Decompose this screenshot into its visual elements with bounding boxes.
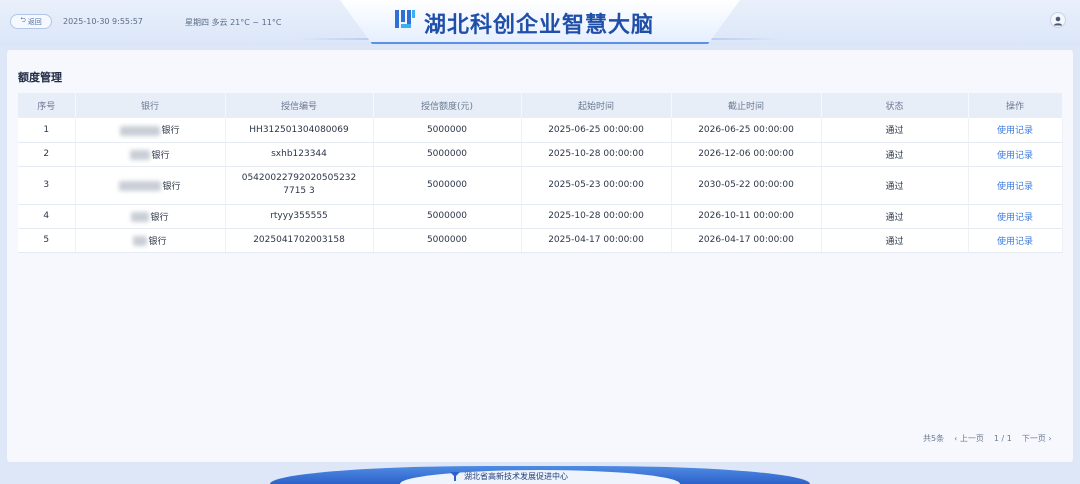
column-header-start-time: 起始时间	[521, 93, 672, 118]
usage-record-link[interactable]: 使用记录	[968, 228, 1063, 253]
redacted-bank-name	[119, 181, 162, 191]
credit-limit-table: 序号 银行 授信编号 授信额度(元) 起始时间 截止时间 状态 操作 1 银行 …	[18, 93, 1063, 253]
brand-logo-icon	[395, 10, 415, 28]
back-button[interactable]: ⮌ 返回	[10, 14, 52, 29]
content-card: 额度管理 序号 银行 授信编号 授信额度(元) 起始时间 截止时间 状态 操作 …	[7, 50, 1073, 462]
row-index: 1	[18, 118, 76, 143]
pagination: 共5条 ‹ 上一页 1 / 1 下一页 ›	[923, 433, 1052, 444]
status-cell: 通过	[821, 204, 969, 229]
bank-suffix: 银行	[161, 126, 180, 137]
table-row: 2 银行 sxhb123344 5000000 2025-10-28 00:00…	[18, 142, 1063, 167]
table-row: 4 银行 rtyyy355555 5000000 2025-10-28 00:0…	[18, 204, 1063, 229]
credit-no-cell: HH312501304080069	[225, 118, 374, 143]
current-datetime: 2025-10-30 9:55:57	[63, 17, 143, 26]
amount-cell: 5000000	[373, 228, 522, 253]
bank-name-cell: 银行	[75, 166, 226, 205]
user-silhouette-icon	[1053, 16, 1063, 26]
bank-suffix: 银行	[151, 150, 170, 161]
usage-record-link[interactable]: 使用记录	[968, 166, 1063, 205]
redacted-bank-name	[130, 150, 151, 160]
row-index: 3	[18, 166, 76, 205]
footer-org-name: 湖北省高新技术发展促进中心	[464, 472, 568, 481]
start-time-cell: 2025-06-25 00:00:00	[521, 118, 672, 143]
bank-suffix: 银行	[148, 236, 167, 247]
column-header-amount: 授信额度(元)	[373, 93, 522, 118]
redacted-bank-name	[120, 125, 161, 136]
bank-name-cell: 银行	[75, 204, 226, 229]
table-header-row: 序号 银行 授信编号 授信额度(元) 起始时间 截止时间 状态 操作	[18, 93, 1063, 118]
redacted-bank-name	[133, 236, 148, 246]
end-time-cell: 2026-04-17 00:00:00	[671, 228, 822, 253]
column-header-status: 状态	[821, 93, 969, 118]
bank-name-cell: 银行	[75, 142, 226, 167]
top-header: ⮌ 返回 2025-10-30 9:55:57 星期四 多云 21°C ~ 11…	[0, 0, 1080, 46]
status-cell: 通过	[821, 142, 969, 167]
bank-name-cell: 银行	[75, 118, 226, 143]
credit-no-cell: sxhb123344	[225, 142, 374, 167]
column-header-index: 序号	[18, 93, 76, 118]
column-header-end-time: 截止时间	[671, 93, 822, 118]
status-cell: 通过	[821, 228, 969, 253]
org-logo-icon	[450, 472, 460, 481]
column-header-action: 操作	[968, 93, 1063, 118]
weather-info: 星期四 多云 21°C ~ 11°C	[185, 18, 282, 27]
table-row: 1 银行 HH312501304080069 5000000 2025-06-2…	[18, 118, 1063, 143]
usage-record-link[interactable]: 使用记录	[968, 142, 1063, 167]
start-time-cell: 2025-10-28 00:00:00	[521, 142, 672, 167]
back-button-label: 返回	[27, 17, 42, 26]
credit-no-cell: 054200227920205052327715 3	[225, 166, 374, 205]
start-time-cell: 2025-10-28 00:00:00	[521, 204, 672, 229]
end-time-cell: 2026-12-06 00:00:00	[671, 142, 822, 167]
row-index: 2	[18, 142, 76, 167]
credit-no-cell: 2025041702003158	[225, 228, 374, 253]
page-indicator: 1 / 1	[993, 434, 1012, 443]
app-title: 湖北科创企业智慧大脑	[424, 13, 655, 38]
amount-cell: 5000000	[373, 204, 522, 229]
page-title: 额度管理	[18, 71, 62, 84]
end-time-cell: 2030-05-22 00:00:00	[671, 166, 822, 205]
start-time-cell: 2025-04-17 00:00:00	[521, 228, 672, 253]
prev-page-button[interactable]: ‹ 上一页	[954, 433, 984, 444]
table-row: 5 银行 2025041702003158 5000000 2025-04-17…	[18, 228, 1063, 253]
column-header-credit-no: 授信编号	[225, 93, 374, 118]
status-cell: 通过	[821, 118, 969, 143]
back-arrow-icon: ⮌	[20, 16, 26, 24]
row-index: 4	[18, 204, 76, 229]
amount-cell: 5000000	[373, 118, 522, 143]
usage-record-link[interactable]: 使用记录	[968, 204, 1063, 229]
user-avatar-icon[interactable]	[1050, 12, 1066, 28]
amount-cell: 5000000	[373, 166, 522, 205]
status-cell: 通过	[821, 166, 969, 205]
credit-no-cell: rtyyy355555	[225, 204, 374, 229]
bank-suffix: 银行	[150, 212, 169, 223]
bank-suffix: 银行	[162, 181, 181, 192]
amount-cell: 5000000	[373, 142, 522, 167]
credit-no-text: 054200227920205052327715 3	[241, 173, 357, 196]
redacted-bank-name	[131, 212, 150, 222]
bank-name-cell: 银行	[75, 228, 226, 253]
total-count: 共5条	[923, 434, 945, 443]
end-time-cell: 2026-06-25 00:00:00	[671, 118, 822, 143]
next-page-button[interactable]: 下一页 ›	[1022, 433, 1052, 444]
end-time-cell: 2026-10-11 00:00:00	[671, 204, 822, 229]
column-header-bank: 银行	[75, 93, 226, 118]
table-row: 3 银行 054200227920205052327715 3 5000000 …	[18, 166, 1063, 205]
row-index: 5	[18, 228, 76, 253]
start-time-cell: 2025-05-23 00:00:00	[521, 166, 672, 205]
usage-record-link[interactable]: 使用记录	[968, 118, 1063, 143]
